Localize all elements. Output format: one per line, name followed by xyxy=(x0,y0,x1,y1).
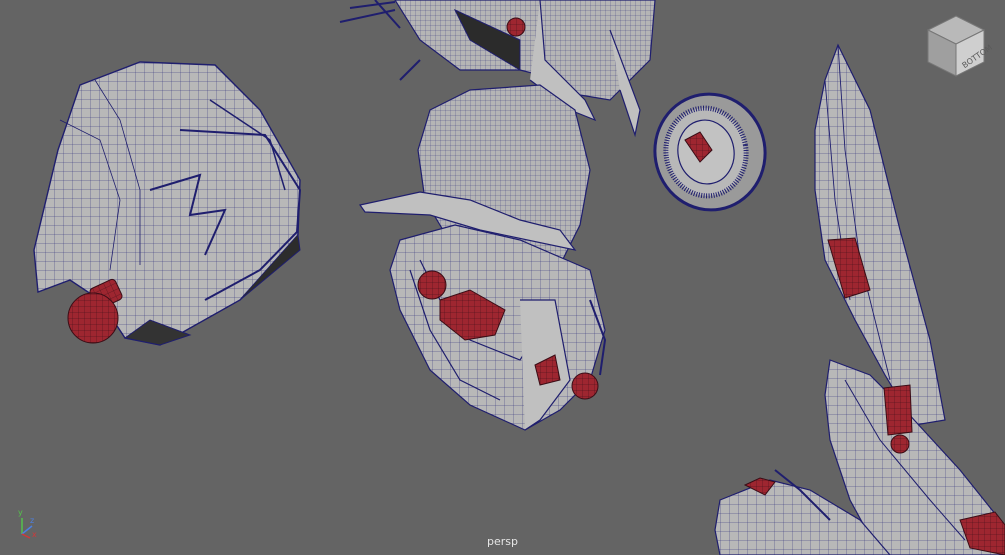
view-cube[interactable]: BOTTOM xyxy=(920,12,994,84)
axis-y-label: y xyxy=(18,508,23,517)
axis-z-label: z xyxy=(30,516,35,525)
joint-left-ball[interactable] xyxy=(67,278,123,344)
mesh-center-torso[interactable] xyxy=(358,84,607,431)
mesh-ring[interactable] xyxy=(646,85,774,218)
maya-viewport[interactable]: BOTTOM y z x persp xyxy=(0,0,1005,555)
scene-wireframe[interactable] xyxy=(0,0,1005,555)
camera-label: persp xyxy=(487,535,518,548)
